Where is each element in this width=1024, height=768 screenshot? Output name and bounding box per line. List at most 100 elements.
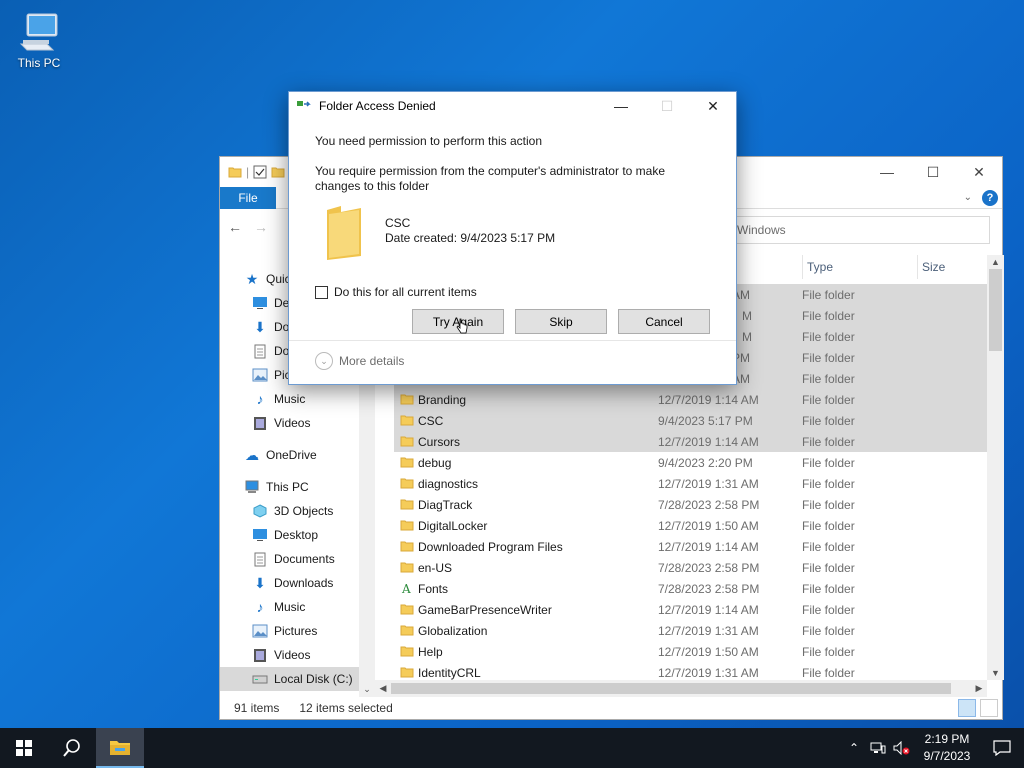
minimize-button[interactable]: — bbox=[864, 157, 910, 187]
nav-item-local-disk[interactable]: Local Disk (C:) bbox=[220, 667, 372, 691]
dialog-maximize-button[interactable]: ☐ bbox=[644, 92, 690, 120]
nav-item-music[interactable]: ♪ Music bbox=[220, 595, 372, 619]
nav-item-onedrive[interactable]: ☁ OneDrive bbox=[220, 443, 372, 467]
taskbar-file-explorer[interactable] bbox=[96, 728, 144, 768]
nav-item-desktop[interactable]: Desktop bbox=[220, 523, 372, 547]
file-name: diagnostics bbox=[418, 476, 479, 491]
volume-muted-icon[interactable] bbox=[890, 728, 914, 768]
do-for-all-checkbox[interactable] bbox=[315, 285, 328, 299]
nav-item-music-quick[interactable]: ♪ Music bbox=[220, 387, 372, 411]
document-icon bbox=[252, 343, 268, 359]
nav-item-videos-quick[interactable]: Videos bbox=[220, 411, 372, 435]
back-arrow-icon[interactable]: ← bbox=[228, 219, 242, 235]
new-folder-icon[interactable] bbox=[271, 165, 285, 179]
file-list-horizontal-scrollbar[interactable]: ◀ ▶ bbox=[375, 680, 987, 697]
help-icon[interactable]: ? bbox=[982, 189, 998, 206]
dialog-title: Folder Access Denied bbox=[319, 99, 436, 113]
chevron-down-icon[interactable]: ⌄ bbox=[359, 681, 375, 697]
table-row[interactable]: DiagTrack 7/28/2023 2:58 PM File folder bbox=[394, 494, 988, 515]
network-icon[interactable] bbox=[866, 728, 890, 768]
do-for-all-checkbox-row[interactable]: Do this for all current items bbox=[315, 285, 477, 299]
more-details-toggle[interactable]: ⌄ More details bbox=[315, 352, 404, 370]
scrollbar-thumb[interactable] bbox=[391, 683, 951, 694]
folder-icon[interactable] bbox=[228, 165, 242, 179]
file-type: File folder bbox=[802, 434, 855, 449]
dialog-minimize-button[interactable]: — bbox=[598, 92, 644, 120]
file-type: File folder bbox=[802, 644, 855, 659]
table-row[interactable]: en-US 7/28/2023 2:58 PM File folder bbox=[394, 557, 988, 578]
table-row[interactable]: debug 9/4/2023 2:20 PM File folder bbox=[394, 452, 988, 473]
properties-icon[interactable] bbox=[253, 165, 267, 179]
music-note-icon: ♪ bbox=[256, 391, 264, 407]
scroll-up-arrow-icon[interactable]: ▲ bbox=[987, 255, 1004, 269]
table-row[interactable]: Help 12/7/2019 1:50 AM File folder bbox=[394, 641, 988, 662]
folder-icon bbox=[400, 499, 414, 510]
folder-icon bbox=[400, 625, 414, 636]
table-row[interactable]: Downloaded Program Files 12/7/2019 1:14 A… bbox=[394, 536, 988, 557]
tab-file[interactable]: File bbox=[220, 186, 276, 209]
start-button[interactable] bbox=[0, 728, 48, 768]
table-row[interactable]: A Fonts 7/28/2023 2:58 PM File folder bbox=[394, 578, 988, 599]
folder-icon bbox=[400, 541, 414, 552]
file-date: 7/28/2023 2:58 PM bbox=[658, 497, 760, 512]
cloud-icon: ☁ bbox=[245, 446, 259, 463]
svg-text:A: A bbox=[401, 582, 411, 595]
scroll-left-arrow-icon[interactable]: ◀ bbox=[375, 680, 391, 697]
nav-item-label: Music bbox=[274, 600, 306, 614]
dialog-titlebar: Folder Access Denied — ☐ ✕ bbox=[289, 92, 736, 120]
chevron-up-icon[interactable]: ⌃ bbox=[842, 728, 866, 768]
nav-item-this-pc[interactable]: This PC bbox=[220, 475, 372, 499]
table-row[interactable]: GameBarPresenceWriter 12/7/2019 1:14 AM Fi… bbox=[394, 599, 988, 620]
nav-item-pictures[interactable]: Pictures bbox=[220, 619, 372, 643]
close-button[interactable]: ✕ bbox=[956, 157, 1002, 187]
file-explorer-icon bbox=[110, 741, 130, 755]
desktop-icon bbox=[252, 295, 268, 311]
column-header-type[interactable]: Type bbox=[802, 255, 833, 279]
film-icon bbox=[252, 647, 268, 663]
file-type: File folder bbox=[802, 581, 855, 596]
status-bar: 91 items 12 items selected bbox=[220, 697, 1002, 719]
nav-item-documents[interactable]: Documents bbox=[220, 547, 372, 571]
view-toggle bbox=[958, 699, 998, 717]
cancel-button[interactable]: Cancel bbox=[618, 309, 710, 334]
action-center-button[interactable] bbox=[980, 728, 1024, 768]
nav-item-label: Local Disk (C:) bbox=[274, 672, 353, 686]
taskbar-search-button[interactable] bbox=[48, 728, 96, 768]
folder-icon bbox=[400, 646, 414, 657]
table-row[interactable]: IdentityCRL 12/7/2019 1:31 AM File folder bbox=[394, 662, 988, 682]
table-row[interactable]: Globalization 12/7/2019 1:31 AM File folde… bbox=[394, 620, 988, 641]
table-row[interactable]: Cursors 12/7/2019 1:14 AM File folder bbox=[394, 431, 988, 452]
nav-item-3d-objects[interactable]: 3D Objects bbox=[220, 499, 372, 523]
taskbar-clock[interactable]: 2:19 PM 9/7/2023 bbox=[914, 731, 980, 765]
folder-icon bbox=[400, 478, 414, 489]
file-type: File folder bbox=[802, 560, 855, 575]
search-input[interactable]: Windows bbox=[728, 216, 990, 244]
nav-item-videos[interactable]: Videos bbox=[220, 643, 372, 667]
details-view-icon[interactable] bbox=[958, 699, 976, 717]
scroll-right-arrow-icon[interactable]: ▶ bbox=[971, 680, 987, 697]
folder-icon bbox=[400, 667, 414, 678]
large-icons-view-icon[interactable] bbox=[980, 699, 998, 717]
nav-item-downloads[interactable]: ⬇ Downloads bbox=[220, 571, 372, 595]
file-list-vertical-scrollbar[interactable]: ▲ ▼ bbox=[987, 255, 1004, 680]
file-name: Fonts bbox=[418, 581, 449, 596]
file-type: File folder bbox=[802, 602, 855, 617]
file-type: File folder bbox=[802, 476, 855, 491]
column-header-size[interactable]: Size bbox=[917, 255, 945, 279]
forward-arrow-icon[interactable]: → bbox=[254, 219, 268, 235]
expand-ribbon-chevron-icon[interactable]: ⌄ bbox=[964, 192, 972, 203]
large-folder-icon bbox=[327, 206, 361, 260]
table-row[interactable]: Branding 12/7/2019 1:14 AM File folder bbox=[394, 389, 988, 410]
desktop-icon-this-pc[interactable]: This PC bbox=[12, 8, 66, 70]
dialog-close-button[interactable]: ✕ bbox=[690, 92, 736, 120]
file-name: IdentityCRL bbox=[418, 665, 481, 680]
scrollbar-thumb[interactable] bbox=[989, 269, 1002, 351]
table-row[interactable]: DigitalLocker 12/7/2019 1:50 AM File folde… bbox=[394, 515, 988, 536]
nav-item-label: OneDrive bbox=[266, 448, 317, 462]
table-row[interactable]: CSC 9/4/2023 5:17 PM File folder bbox=[394, 410, 988, 431]
explorer-window-controls: — ☐ ✕ bbox=[864, 157, 1002, 187]
skip-button[interactable]: Skip bbox=[515, 309, 607, 334]
table-row[interactable]: diagnostics 12/7/2019 1:31 AM File folder bbox=[394, 473, 988, 494]
scroll-down-arrow-icon[interactable]: ▼ bbox=[987, 666, 1004, 680]
maximize-button[interactable]: ☐ bbox=[910, 157, 956, 187]
